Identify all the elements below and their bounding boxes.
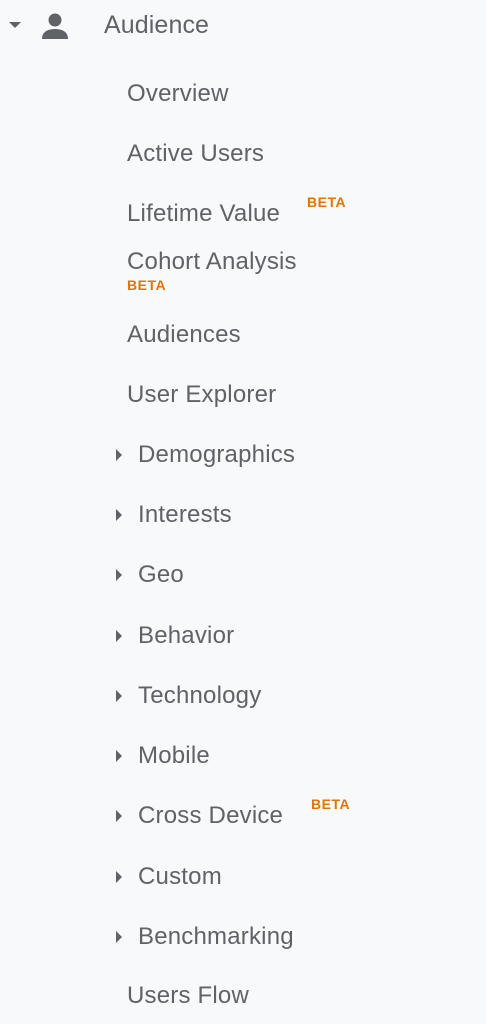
nav-item-label: Behavior	[138, 622, 235, 649]
nav-item-label: Lifetime Value	[127, 200, 281, 227]
nav-item-technology[interactable]: Technology	[0, 678, 486, 730]
nav-item-label: Interests	[138, 501, 232, 528]
expand-arrow-icon[interactable]	[116, 750, 122, 762]
nav-item-custom[interactable]: Custom	[0, 859, 486, 911]
nav-item-label: Users Flow	[127, 982, 250, 1009]
audience-section-header[interactable]: Audience	[0, 0, 486, 50]
nav-item-label: User Explorer	[127, 381, 277, 408]
nav-item-label: Active Users	[127, 140, 265, 167]
nav-item-active-users[interactable]: Active Users	[0, 136, 486, 188]
nav-item-users-flow[interactable]: Users Flow	[0, 979, 486, 1023]
expand-arrow-icon[interactable]	[116, 810, 122, 822]
person-icon	[42, 13, 68, 39]
beta-badge: BETA	[127, 277, 167, 293]
nav-item-lifetime-value[interactable]: Lifetime Value BETA	[0, 194, 486, 248]
expand-arrow-icon[interactable]	[116, 630, 122, 642]
nav-item-cohort-analysis[interactable]: Cohort Analysis BETA	[0, 246, 486, 302]
nav-item-audiences[interactable]: Audiences	[0, 317, 486, 369]
beta-badge: BETA	[307, 194, 347, 210]
nav-item-label: Overview	[127, 80, 229, 107]
nav-item-label: Technology	[138, 682, 262, 709]
nav-item-user-explorer[interactable]: User Explorer	[0, 377, 486, 429]
expand-arrow-icon[interactable]	[116, 931, 122, 943]
nav-item-label: Cross Device	[138, 802, 284, 829]
nav-item-geo[interactable]: Geo	[0, 557, 486, 609]
nav-item-overview[interactable]: Overview	[0, 76, 486, 128]
nav-item-label: Audiences	[127, 321, 241, 348]
caret-down-icon[interactable]	[9, 22, 21, 28]
expand-arrow-icon[interactable]	[116, 569, 122, 581]
nav-item-label: Demographics	[138, 441, 296, 468]
nav-item-behavior[interactable]: Behavior	[0, 618, 486, 670]
expand-arrow-icon[interactable]	[116, 509, 122, 521]
nav-item-benchmarking[interactable]: Benchmarking	[0, 919, 486, 971]
nav-item-cross-device[interactable]: Cross Device BETA	[0, 796, 486, 850]
nav-item-label: Benchmarking	[138, 923, 294, 950]
nav-item-interests[interactable]: Interests	[0, 497, 486, 549]
nav-item-label: Cohort Analysis	[127, 248, 297, 275]
expand-arrow-icon[interactable]	[116, 690, 122, 702]
nav-item-label: Custom	[138, 863, 222, 890]
beta-badge: BETA	[311, 796, 351, 812]
nav-item-label: Mobile	[138, 742, 210, 769]
nav-item-mobile[interactable]: Mobile	[0, 738, 486, 790]
section-title: Audience	[104, 11, 210, 39]
nav-item-demographics[interactable]: Demographics	[0, 437, 486, 489]
expand-arrow-icon[interactable]	[116, 871, 122, 883]
expand-arrow-icon[interactable]	[116, 449, 122, 461]
audience-nav: Audience Overview Active Users Lifetime …	[0, 0, 486, 1024]
nav-item-label: Geo	[138, 561, 184, 588]
